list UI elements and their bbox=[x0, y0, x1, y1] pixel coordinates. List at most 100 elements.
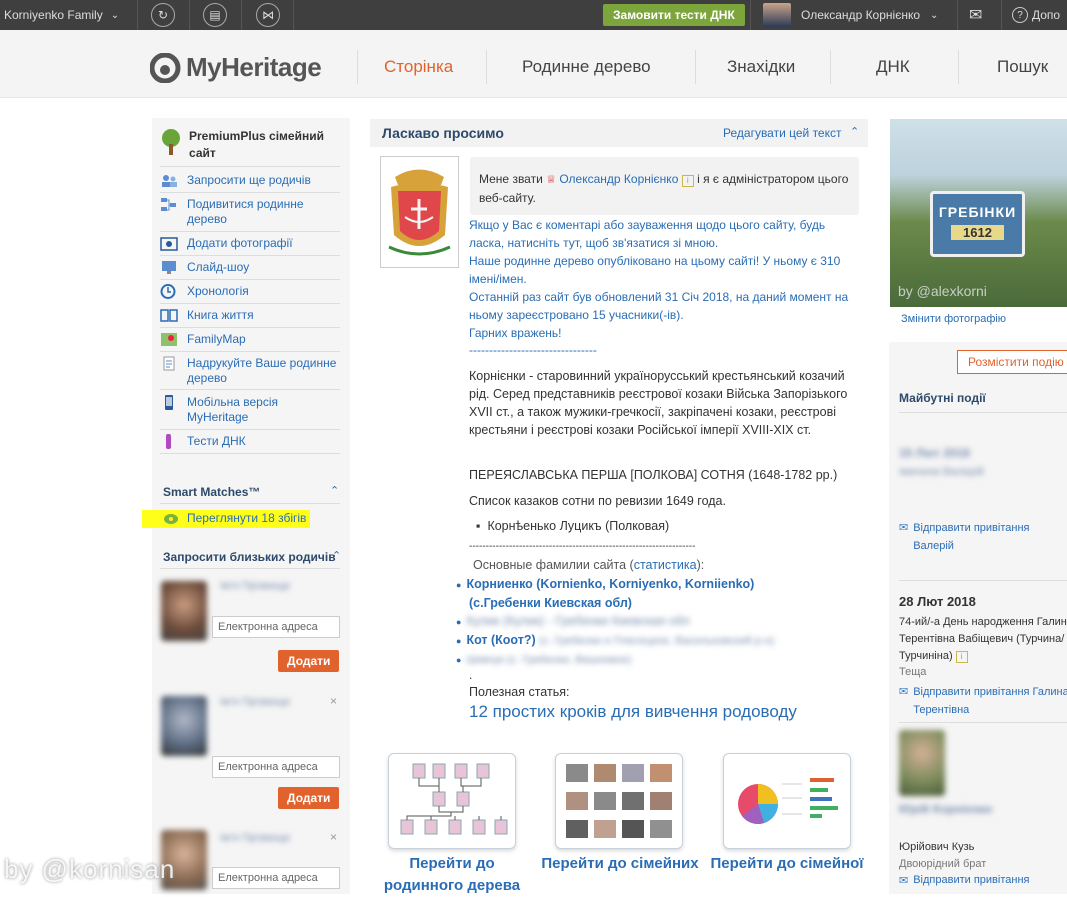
family-tree-icon bbox=[400, 763, 508, 835]
sidebar-item-view-tree[interactable]: Подивитися родинне дерево bbox=[160, 197, 340, 227]
nav-discoveries[interactable]: Знахідки bbox=[727, 57, 795, 77]
collapse-icon[interactable]: ⌃ bbox=[332, 549, 341, 562]
events-panel: Розмістити подію Майбутні події 15 Лют 2… bbox=[889, 342, 1067, 894]
divider: -------------------------------- bbox=[469, 343, 597, 357]
avatar bbox=[161, 696, 207, 756]
refresh-icon: ↻ bbox=[151, 3, 175, 27]
send-greeting-link[interactable]: ✉ Відправити привітання bbox=[899, 874, 1029, 887]
sidebar-item-timeline[interactable]: Хронологія bbox=[160, 284, 249, 299]
document-icon: ▤ bbox=[203, 3, 227, 27]
families-heading: Основные фамилии сайта (статистика): bbox=[473, 558, 705, 572]
event-date: 15 Лют 2018 bbox=[899, 446, 970, 460]
question-icon: ? bbox=[1012, 7, 1028, 23]
envelope-icon: ✉ bbox=[899, 686, 909, 698]
notes-button[interactable]: ▤ bbox=[203, 0, 227, 30]
avatar bbox=[899, 730, 945, 796]
add-button[interactable]: Додати bbox=[278, 650, 340, 672]
logo-text: MyHeritage bbox=[186, 52, 322, 82]
top-bar: Korniyenko Family ⌄ ↻ ▤ ⋈ Замовити тести… bbox=[0, 0, 1067, 30]
envelope-icon: ✉ bbox=[969, 7, 983, 24]
statistics-icon bbox=[738, 778, 838, 824]
site-header: MyHeritage Сторінка Родинне дерево Знахі… bbox=[0, 30, 1067, 98]
list-item[interactable]: ● Кот (Коот?) (с. Гребенки и Плесецкое, В… bbox=[456, 631, 774, 650]
sidebar-item-slideshow[interactable]: Слайд-шоу bbox=[160, 260, 249, 275]
dna-tool-button[interactable]: ⋈ bbox=[256, 0, 280, 30]
nav-search[interactable]: Пошук bbox=[997, 57, 1048, 77]
divider: ----------------------------------------… bbox=[469, 541, 696, 552]
help-button[interactable]: ? Допо bbox=[1012, 0, 1060, 30]
sidebar-item-print[interactable]: Надрукуйте Ваше родинне дерево bbox=[160, 356, 345, 386]
send-greeting-link[interactable]: ✉ Відправити привітання Галина Терентівн… bbox=[899, 683, 1067, 719]
list-item: ▪ Корнѣенько Луцикъ (Полковая) bbox=[476, 519, 670, 533]
sidebar-item-familymap[interactable]: FamilyMap bbox=[160, 332, 246, 347]
inbox-button[interactable]: ✉ bbox=[969, 0, 982, 30]
event-text: Іменини Валерій bbox=[899, 466, 984, 478]
greeting-line: Гарних вражень! bbox=[469, 326, 562, 340]
useful-article-label: Полезная статья: bbox=[469, 685, 570, 699]
premium-site-header[interactable]: PremiumPlus сімейний сайт bbox=[160, 128, 329, 162]
post-event-button[interactable]: Розмістити подію bbox=[957, 350, 1067, 374]
send-greeting-link[interactable]: ✉ Відправити привітання Валерій bbox=[899, 519, 1067, 555]
nav-dna[interactable]: ДНК bbox=[876, 57, 910, 77]
nav-family-tree[interactable]: Родинне дерево bbox=[522, 57, 651, 77]
nav-home[interactable]: Сторінка bbox=[384, 57, 453, 77]
relative-name: Ім'я Прізвище bbox=[220, 696, 291, 708]
family-location[interactable]: (с.Гребенки Киевская обл) bbox=[456, 594, 774, 612]
sidebar-item-book[interactable]: Книга життя bbox=[160, 308, 254, 323]
useful-article-link[interactable]: 12 простих кроків для вивчення родоводу bbox=[469, 702, 797, 722]
tree-icon bbox=[160, 197, 178, 212]
coat-of-arms-image[interactable] bbox=[380, 156, 459, 268]
myheritage-logo-icon bbox=[150, 52, 181, 83]
order-dna-label: Замовити тести ДНК bbox=[603, 4, 745, 26]
site-switcher[interactable]: Korniyenko Family ⌄ bbox=[4, 0, 119, 30]
sidebar-item-invite[interactable]: Запросити ще родичів bbox=[160, 173, 311, 188]
bullet-icon: ▪ bbox=[476, 519, 481, 533]
photo-watermark: by @alexkorni bbox=[898, 283, 987, 299]
site-photo[interactable]: ГРЕБІНКИ 1612 by @alexkorni bbox=[890, 119, 1067, 307]
invite-icon bbox=[160, 173, 178, 188]
card-link[interactable]: Перейти до родинного дерева bbox=[372, 853, 532, 897]
edit-text-link[interactable]: Редагувати цей текст bbox=[723, 126, 842, 140]
collapse-icon[interactable]: ⌃ bbox=[850, 125, 859, 138]
smart-matches-link[interactable]: Переглянути 18 збігів bbox=[162, 511, 306, 526]
relative-name: Ім'я Прізвище bbox=[220, 580, 291, 592]
dot: . bbox=[469, 668, 473, 682]
sidebar-item-dna[interactable]: Тести ДНК bbox=[160, 434, 246, 449]
photo-gallery-icon bbox=[566, 764, 672, 838]
email-field[interactable]: Електронна адреса bbox=[212, 867, 340, 889]
welcome-text: Якщо у Вас є коментарі або зауваження що… bbox=[469, 216, 861, 358]
sidebar-item-photos[interactable]: Додати фотографії bbox=[160, 236, 293, 251]
chevron-down-icon: ⌄ bbox=[930, 9, 939, 21]
sync-button[interactable]: ↻ bbox=[151, 0, 175, 30]
book-icon bbox=[160, 308, 178, 323]
myheritage-logo[interactable]: MyHeritage bbox=[150, 52, 322, 83]
close-icon[interactable]: × bbox=[330, 830, 337, 844]
smart-matches-title: Smart Matches™ bbox=[163, 485, 261, 499]
statistics-card[interactable] bbox=[723, 753, 851, 849]
map-icon bbox=[160, 332, 178, 347]
close-icon[interactable]: × bbox=[330, 694, 337, 708]
coat-of-arms-icon bbox=[388, 169, 451, 256]
envelope-icon: ✉ bbox=[899, 522, 909, 534]
statistics-link[interactable]: статистика bbox=[634, 558, 697, 572]
admin-name-link[interactable]: Олександр Корнієнко bbox=[559, 172, 678, 186]
card-link[interactable]: Перейти до сімейної bbox=[707, 853, 867, 875]
sidebar-item-mobile[interactable]: Мобільна версія MyHeritage bbox=[160, 395, 340, 425]
card-link[interactable]: Перейти до сімейних bbox=[540, 853, 700, 875]
list-item[interactable]: ● Кулик (Кулик) - Гребенки Киевская обл bbox=[456, 612, 774, 631]
list-item[interactable]: ● Шевчук (с. Гребенки, Вишневое) bbox=[456, 650, 774, 669]
photos-card[interactable] bbox=[555, 753, 683, 849]
collapse-icon[interactable]: ⌃ bbox=[330, 484, 339, 497]
add-button[interactable]: Додати bbox=[278, 787, 340, 809]
intro-box: Мене звати ♕ Олександр Корнієнко i і я є… bbox=[470, 157, 859, 215]
user-menu[interactable]: Олександр Корнієнко ⌄ bbox=[763, 0, 938, 30]
order-dna-button[interactable]: Замовити тести ДНК bbox=[603, 0, 745, 30]
email-field[interactable]: Електронна адреса bbox=[212, 756, 340, 778]
comment-line[interactable]: Якщо у Вас є коментарі або зауваження що… bbox=[469, 216, 861, 252]
list-item[interactable]: ● Корниенко (Kornienko, Korniyenko, Korni… bbox=[456, 575, 774, 594]
upcoming-events-title: Майбутні події bbox=[899, 391, 986, 405]
family-tree-card[interactable] bbox=[388, 753, 516, 849]
change-photo-link[interactable]: Змінити фотографію bbox=[901, 313, 1006, 325]
image-watermark: by @kornisan bbox=[4, 854, 176, 884]
email-field[interactable]: Електронна адреса bbox=[212, 616, 340, 638]
